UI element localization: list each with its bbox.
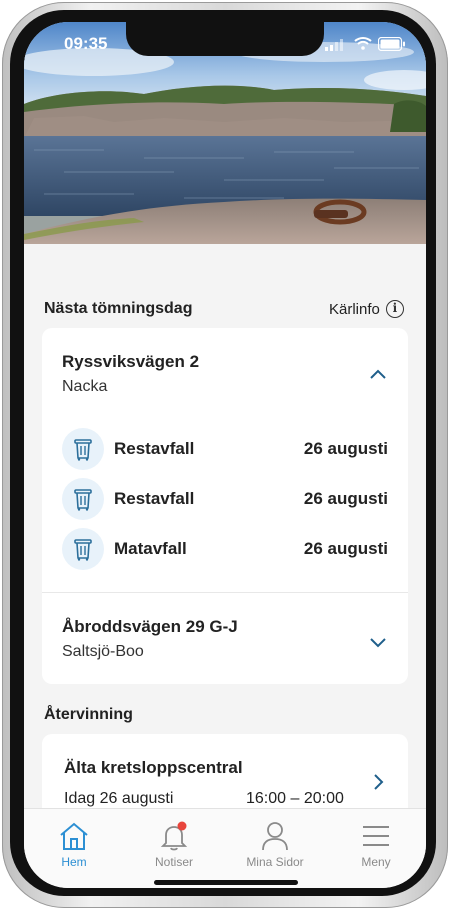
main-content: Nästa tömningsdag Kärlinfo i Ryssviksväg… <box>24 244 426 834</box>
section-title-next-pickup: Nästa tömningsdag <box>44 300 193 317</box>
address-city: Nacka <box>62 378 108 395</box>
tab-label: Hem <box>61 855 87 869</box>
pickup-item: Matavfall 26 augusti <box>62 528 388 570</box>
pickup-type: Restavfall <box>114 489 195 508</box>
address-street: Ryssviksvägen 2 <box>62 352 200 371</box>
pickup-schedule-card: Ryssviksvägen 2 Nacka Restavfall 26 augu… <box>42 328 408 684</box>
bin-info-label: Kärlinfo <box>329 300 380 318</box>
section-title-recycling: Återvinning <box>44 706 133 723</box>
person-icon <box>259 821 291 856</box>
tab-label: Mina Sidor <box>246 855 304 869</box>
trash-bin-icon <box>62 428 104 470</box>
pickup-item: Restavfall 26 augusti <box>62 428 388 470</box>
status-time: 09:35 <box>64 34 108 53</box>
status-bar: 09:35 <box>24 22 426 66</box>
tab-menu[interactable]: Meny <box>326 809 426 888</box>
address-street: Åbroddsvägen 29 G-J <box>62 617 238 636</box>
bell-icon <box>158 821 190 856</box>
bin-info-link[interactable]: Kärlinfo i <box>329 300 404 318</box>
wifi-icon <box>354 36 372 55</box>
bottom-tab-bar: Hem Notiser Mina Sidor Meny <box>24 808 426 888</box>
tab-notifications[interactable]: Notiser <box>124 809 224 888</box>
notification-badge <box>177 821 187 831</box>
chevron-down-icon[interactable] <box>370 635 386 653</box>
address-city: Saltsjö-Boo <box>62 643 144 660</box>
pickup-item: Restavfall 26 augusti <box>62 478 388 520</box>
tab-home[interactable]: Hem <box>24 809 124 888</box>
recycling-center-day: Idag 26 augusti <box>64 790 174 807</box>
chevron-right-icon[interactable] <box>374 774 384 795</box>
cellular-signal-icon <box>325 38 345 56</box>
battery-icon <box>377 36 406 56</box>
hamburger-menu-icon <box>360 821 392 856</box>
home-indicator <box>154 880 298 885</box>
address-row-expanded[interactable]: Ryssviksvägen 2 Nacka <box>42 328 408 408</box>
info-icon: i <box>385 300 404 318</box>
pickup-date: 26 augusti <box>303 489 388 508</box>
recycling-center-hours: 16:00 – 20:00 <box>246 790 344 807</box>
pickup-type: Restavfall <box>114 439 195 458</box>
chevron-up-icon[interactable] <box>370 366 386 384</box>
pickup-type: Matavfall <box>114 539 187 558</box>
app-screen: 09:35 Nästa tömningsdag Kärlinfo i Ryssv… <box>24 22 426 888</box>
recycling-center-name: Älta kretsloppscentral <box>64 758 243 777</box>
home-icon <box>58 821 90 856</box>
address-row-collapsed[interactable]: Åbroddsvägen 29 G-J Saltsjö-Boo <box>42 593 408 683</box>
tab-my-pages[interactable]: Mina Sidor <box>225 809 325 888</box>
tab-label: Meny <box>361 855 391 869</box>
pickup-date: 26 augusti <box>303 539 388 558</box>
trash-bin-icon <box>62 478 104 520</box>
tab-label: Notiser <box>154 855 193 869</box>
pickup-date: 26 augusti <box>303 439 388 458</box>
trash-bin-icon <box>62 528 104 570</box>
